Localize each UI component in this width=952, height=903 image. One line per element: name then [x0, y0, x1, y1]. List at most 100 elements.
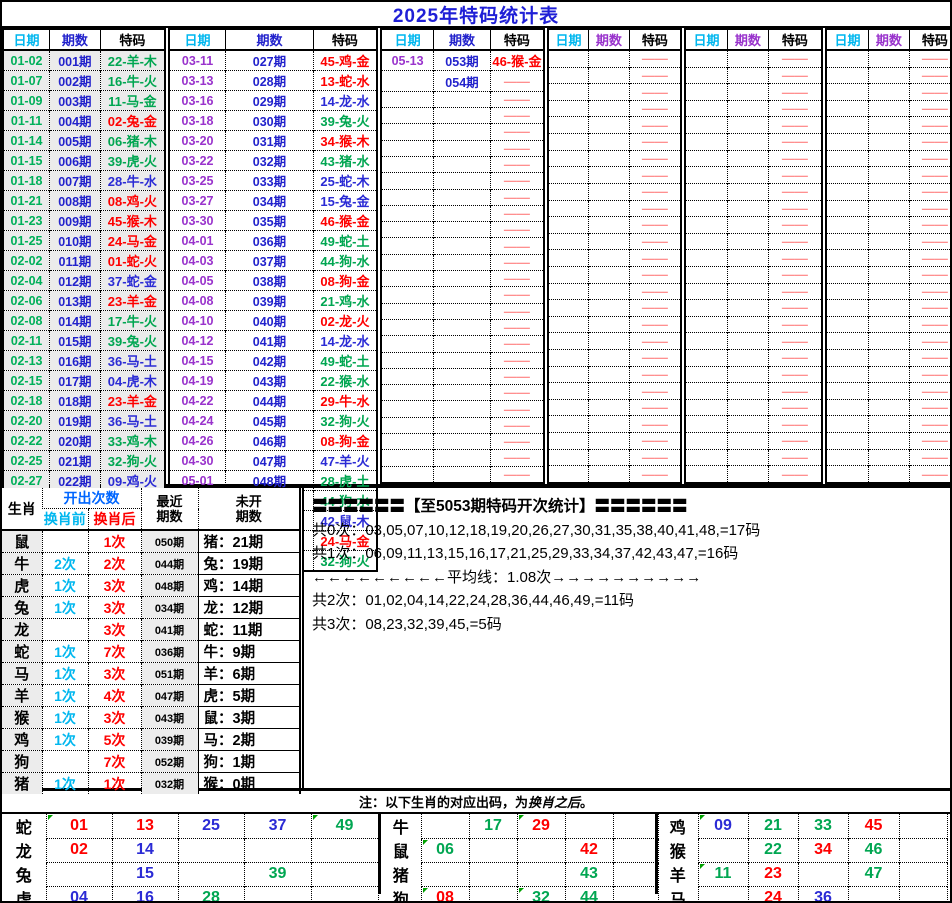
date-cell	[685, 67, 728, 84]
date-cell	[685, 250, 728, 267]
dash-cell: ——	[768, 333, 822, 350]
date-cell: 02-11	[3, 331, 50, 351]
dash-cell: ——	[629, 333, 681, 350]
period-cell: 042期	[226, 351, 314, 371]
dash-cell: ——	[909, 349, 952, 366]
after-change-count-cell: 4次	[88, 685, 141, 707]
period-cell	[869, 449, 910, 466]
page-title: 2025年特码统计表	[393, 1, 559, 28]
period-cell	[869, 349, 910, 366]
dash-cell: ——	[490, 238, 544, 254]
date-cell	[685, 150, 728, 167]
date-cell	[381, 287, 434, 303]
date-cell	[685, 283, 728, 300]
dash-cell: ——	[629, 50, 681, 67]
date-cell: 04-01	[169, 231, 226, 251]
period-cell	[434, 385, 491, 401]
period-cell	[589, 333, 630, 350]
date-cell: 02-06	[3, 291, 50, 311]
empty-cell	[698, 886, 748, 903]
zodiac-number-cell: 44	[565, 886, 613, 903]
period-cell: 017期	[50, 371, 101, 391]
period-header: 期数	[434, 29, 491, 50]
date-cell	[548, 349, 589, 366]
date-cell	[381, 336, 434, 352]
period-cell: 016期	[50, 351, 101, 371]
period-cell	[589, 183, 630, 200]
recent-period-cell: 050期	[141, 530, 198, 553]
zodiac-number-cell: 34	[798, 838, 848, 862]
date-cell	[826, 466, 869, 483]
dash-cell: ——	[490, 124, 544, 140]
period-cell: 013期	[50, 291, 101, 311]
special-code-cell: 39-兔-火	[313, 111, 377, 131]
special-code-cell: 43-猪-水	[313, 151, 377, 171]
stats-line-1time: 共1次：06,09,11,13,15,16,17,21,25,29,33,34,…	[312, 542, 946, 566]
dash-cell: ——	[768, 250, 822, 267]
period-cell	[434, 271, 491, 287]
dash-cell: ——	[490, 205, 544, 221]
period-cell	[589, 449, 630, 466]
dash-cell: ——	[768, 433, 822, 450]
dash-cell: ——	[490, 254, 544, 270]
period-cell: 011期	[50, 251, 101, 271]
draw-count-header: 开出次数	[42, 488, 141, 509]
special-code-cell: 25-蛇-木	[313, 171, 377, 191]
special-code-cell: 36-马-土	[100, 411, 165, 431]
special-code-cell: 14-龙-水	[313, 91, 377, 111]
period-cell	[589, 466, 630, 483]
date-cell	[826, 383, 869, 400]
period-cell	[869, 433, 910, 450]
dash-cell: ——	[490, 173, 544, 189]
date-cell: 04-05	[169, 271, 226, 291]
period-cell: 047期	[226, 451, 314, 471]
empty-cell	[244, 886, 311, 903]
zodiac-number-block-3: 鸡09213345猴223446羊112347马2436	[655, 814, 944, 894]
special-code-cell: 23-羊-金	[100, 391, 165, 411]
dash-cell: ——	[629, 67, 681, 84]
date-cell	[548, 283, 589, 300]
zodiac-row-label: 鼠	[381, 838, 421, 862]
empty-cell	[848, 886, 899, 903]
after-change-count-cell: 7次	[88, 641, 141, 663]
period-cell	[869, 416, 910, 433]
dash-cell: ——	[629, 383, 681, 400]
date-cell	[826, 100, 869, 117]
dash-cell: ——	[909, 100, 952, 117]
empty-cell	[899, 838, 947, 862]
stats-header: 〓〓〓〓〓〓【至5053期特码开次统计】〓〓〓〓〓〓	[312, 495, 946, 519]
period-cell	[869, 399, 910, 416]
zodiac-number-cell: 15	[112, 862, 178, 886]
dash-cell: ——	[768, 150, 822, 167]
dash-cell: ——	[768, 233, 822, 250]
dash-cell: ——	[909, 433, 952, 450]
recent-period-cell: 034期	[141, 597, 198, 619]
empty-cell	[899, 814, 947, 838]
period-cell	[869, 150, 910, 167]
period-cell	[434, 173, 491, 189]
empty-cell	[613, 838, 658, 862]
date-cell: 01-02	[3, 50, 50, 71]
dash-cell: ——	[629, 316, 681, 333]
period-cell	[728, 433, 769, 450]
dash-cell: ——	[629, 150, 681, 167]
before-change-count-cell: 1次	[42, 597, 88, 619]
period-cell	[434, 254, 491, 270]
date-cell: 01-11	[3, 111, 50, 131]
date-cell	[685, 383, 728, 400]
zodiac-number-cell: 36	[798, 886, 848, 903]
period-cell: 012期	[50, 271, 101, 291]
period-cell	[869, 167, 910, 184]
period-cell	[589, 233, 630, 250]
special-code-cell: 28-牛-水	[100, 171, 165, 191]
date-cell	[548, 399, 589, 416]
dash-cell: ——	[909, 167, 952, 184]
empty-cell	[613, 886, 658, 903]
period-cell	[434, 108, 491, 124]
zodiac-number-cell: 06	[421, 838, 469, 862]
period-cell	[434, 205, 491, 221]
date-cell	[548, 150, 589, 167]
code-header: 特码	[490, 29, 544, 50]
date-header: 日期	[169, 29, 226, 50]
period-cell	[434, 303, 491, 319]
